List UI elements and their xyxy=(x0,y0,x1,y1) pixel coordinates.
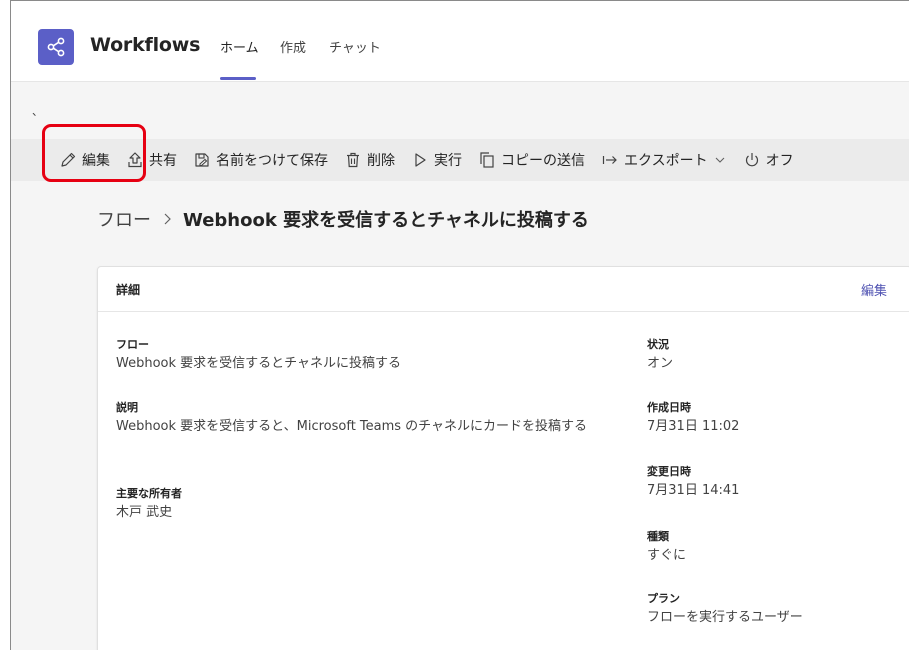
send-copy-button-label: コピーの送信 xyxy=(501,153,585,169)
field-value-type: すぐに xyxy=(647,548,687,563)
share-button[interactable]: 共有 xyxy=(126,139,177,181)
turn-off-button[interactable]: オフ xyxy=(743,139,794,181)
field-value-description: Webhook 要求を受信すると、Microsoft Teams のチャネルにカ… xyxy=(116,419,588,434)
details-card: 詳細 編集 フロー Webhook 要求を受信するとチャネルに投稿する 説明 W… xyxy=(97,266,909,650)
breadcrumb: フロー Webhook 要求を受信するとチャネルに投稿する xyxy=(97,206,589,232)
app-title: Workflows xyxy=(90,34,201,56)
run-button[interactable]: 実行 xyxy=(411,139,462,181)
active-tab-indicator xyxy=(220,77,256,80)
save-as-icon xyxy=(195,153,209,167)
copy-icon xyxy=(480,152,494,168)
field-value-flow: Webhook 要求を受信するとチャネルに投稿する xyxy=(116,356,402,371)
chevron-down-icon xyxy=(715,157,724,163)
breadcrumb-current: Webhook 要求を受信するとチャネルに投稿する xyxy=(183,210,589,231)
workflows-app-icon[interactable] xyxy=(38,29,74,65)
field-value-plan: フローを実行するユーザー xyxy=(647,610,803,625)
field-label-created: 作成日時 xyxy=(647,401,691,414)
breadcrumb-root[interactable]: フロー xyxy=(97,206,151,232)
tab-create[interactable]: 作成 xyxy=(280,37,306,56)
chevron-right-icon xyxy=(161,212,173,226)
power-icon xyxy=(745,153,758,167)
share-button-label: 共有 xyxy=(149,153,177,169)
details-title: 詳細 xyxy=(116,283,141,297)
delete-button-label: 削除 xyxy=(367,153,395,169)
field-label-description: 説明 xyxy=(116,401,138,414)
app-frame: Workflows ホーム 作成 チャット 、 編集 共有 名前をつけて保存 削… xyxy=(10,0,909,650)
turn-off-button-label: オフ xyxy=(765,153,794,169)
tab-chat[interactable]: チャット xyxy=(329,37,381,56)
tab-home[interactable]: ホーム xyxy=(220,37,259,56)
save-as-button[interactable]: 名前をつけて保存 xyxy=(193,139,328,181)
field-value-modified: 7月31日 14:41 xyxy=(647,483,740,498)
trash-icon xyxy=(347,152,359,168)
field-label-owner: 主要な所有者 xyxy=(116,487,182,500)
app-header: Workflows ホーム 作成 チャット xyxy=(11,1,909,82)
details-card-header: 詳細 編集 xyxy=(98,267,909,312)
stray-mark: 、 xyxy=(32,105,43,118)
run-button-label: 実行 xyxy=(434,153,462,169)
pencil-icon xyxy=(61,152,76,167)
export-button-label: エクスポート xyxy=(624,153,708,169)
field-label-modified: 変更日時 xyxy=(647,465,691,478)
field-label-flow: フロー xyxy=(116,338,149,351)
field-label-status: 状況 xyxy=(647,338,669,351)
export-icon xyxy=(602,156,617,164)
field-label-type: 種類 xyxy=(647,530,669,543)
export-button[interactable]: エクスポート xyxy=(601,139,727,181)
send-copy-button[interactable]: コピーの送信 xyxy=(478,139,585,181)
field-value-status: オン xyxy=(647,356,674,371)
delete-button[interactable]: 削除 xyxy=(344,139,395,181)
edit-button[interactable]: 編集 xyxy=(59,139,110,181)
share-nodes-icon xyxy=(47,37,65,57)
share-icon xyxy=(128,152,142,168)
field-value-created: 7月31日 11:02 xyxy=(647,419,740,434)
save-as-button-label: 名前をつけて保存 xyxy=(216,153,328,169)
edit-button-label: 編集 xyxy=(82,153,110,169)
details-edit-link[interactable]: 編集 xyxy=(861,280,887,299)
command-bar: 編集 共有 名前をつけて保存 削除 実行 コピーの送信 エクスポート オフ xyxy=(11,139,909,181)
field-value-owner: 木戸 武史 xyxy=(116,505,173,520)
play-icon xyxy=(415,153,426,167)
field-label-plan: プラン xyxy=(647,592,680,605)
